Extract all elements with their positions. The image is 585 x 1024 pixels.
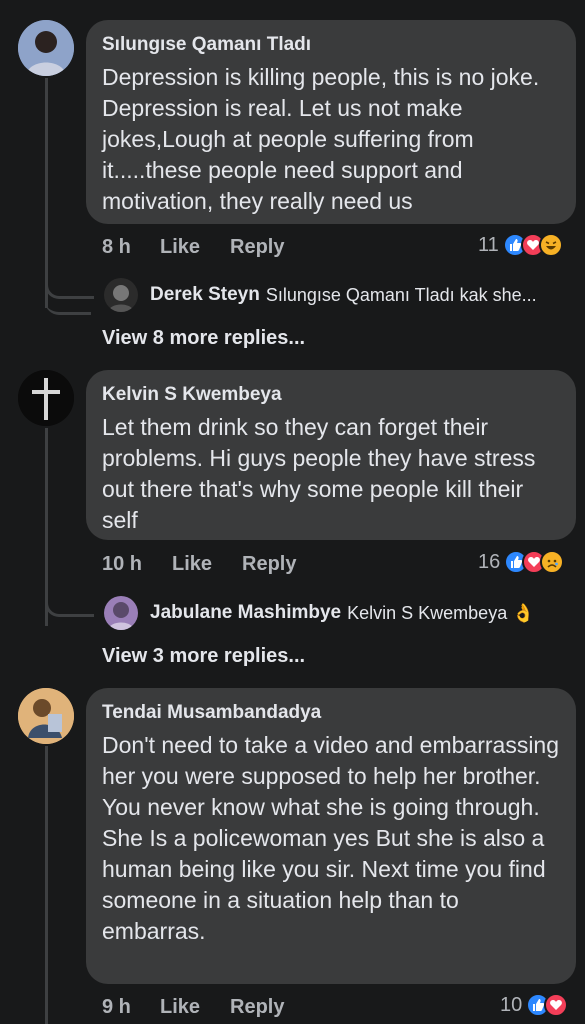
comment-actions: 9 h Like Reply (102, 996, 284, 1019)
comment-actions: 8 h Like Reply (102, 236, 284, 259)
thread-line (45, 78, 48, 308)
comment-bubble: Tendai Musambandadya Don't need to take … (86, 688, 576, 984)
like-button[interactable]: Like (160, 996, 230, 1019)
avatar[interactable] (104, 278, 138, 312)
sad-reaction-icon (540, 550, 565, 574)
comment-author[interactable]: Kelvin S Kwembeya (102, 384, 560, 406)
reply-author[interactable]: Derek Steyn (150, 284, 260, 306)
comment-text: Depression is killing people, this is no… (102, 64, 540, 214)
reply-button[interactable]: Reply (230, 236, 284, 259)
reaction-summary[interactable]: 10 (500, 993, 569, 1017)
reaction-summary[interactable]: 11 (478, 233, 563, 257)
thread-line (45, 596, 94, 617)
love-reaction-icon (544, 993, 569, 1017)
reaction-count: 16 (478, 550, 501, 573)
reply-preview[interactable]: Jabulane Mashimbye Kelvin S Kwembeya 👌 (104, 596, 574, 630)
reply-text: Sılungıse Qamanı Tladı kak she... (265, 284, 537, 305)
thread-line (45, 746, 48, 1024)
comment-time: 10 h (102, 553, 143, 575)
comment-bubble: Kelvin S Kwembeya Let them drink so they… (86, 370, 576, 540)
comment-time: 8 h (102, 236, 131, 258)
comment-text: Let them drink so they can forget their … (102, 414, 536, 533)
view-more-replies[interactable]: View 3 more replies... (102, 645, 305, 668)
comment-text: Don't need to take a video and embarrass… (102, 732, 560, 944)
reply-text: Kelvin S Kwembeya 👌 (347, 602, 535, 623)
haha-reaction-icon (538, 233, 563, 257)
comment-bubble: Sılungıse Qamanı Tladı Depression is kil… (86, 20, 576, 224)
thread-line (45, 300, 91, 315)
comment-time: 9 h (102, 996, 131, 1018)
avatar[interactable] (18, 20, 74, 76)
view-more-replies[interactable]: View 8 more replies... (102, 327, 305, 350)
avatar[interactable] (18, 688, 74, 744)
reaction-count: 11 (478, 233, 499, 256)
reaction-count: 10 (500, 993, 523, 1016)
comment-actions: 10 h Like Reply (102, 553, 296, 576)
reply-preview[interactable]: Derek Steyn Sılungıse Qamanı Tladı kak s… (104, 278, 574, 312)
avatar[interactable] (18, 370, 74, 426)
like-button[interactable]: Like (160, 236, 230, 259)
reply-author[interactable]: Jabulane Mashimbye (150, 602, 341, 624)
reply-button[interactable]: Reply (242, 553, 296, 576)
comment-author[interactable]: Tendai Musambandadya (102, 702, 560, 724)
thread-line (45, 278, 94, 299)
reply-button[interactable]: Reply (230, 996, 284, 1019)
avatar[interactable] (104, 596, 138, 630)
reaction-summary[interactable]: 16 (478, 550, 565, 574)
like-button[interactable]: Like (172, 553, 242, 576)
comment-author[interactable]: Sılungıse Qamanı Tladı (102, 34, 560, 56)
